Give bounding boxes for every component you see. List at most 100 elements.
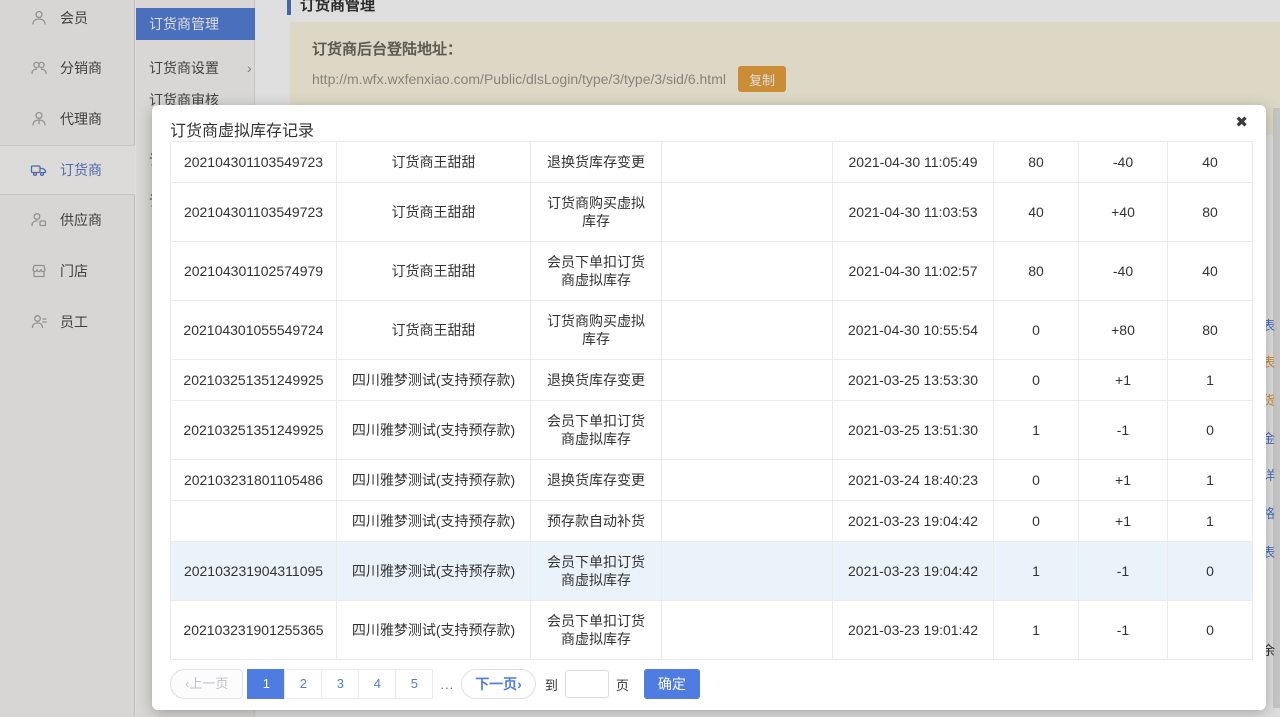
cell-remark: [662, 183, 833, 242]
cell-before: 1: [994, 542, 1079, 601]
cell-before: 1: [994, 401, 1079, 460]
table-row[interactable]: 202103251351249925四川雅梦测试(支持预存款)退换货库存变更20…: [171, 360, 1253, 401]
page-number-2[interactable]: 2: [284, 669, 322, 699]
cell-dealer: 四川雅梦测试(支持预存款): [337, 460, 531, 501]
cell-change: +80: [1079, 301, 1168, 360]
cell-dealer: 四川雅梦测试(支持预存款): [337, 542, 531, 601]
cell-type: 退换货库存变更: [531, 460, 662, 501]
confirm-button[interactable]: 确定: [644, 669, 700, 699]
cell-time: 2021-04-30 11:03:53: [833, 183, 994, 242]
page-number-1[interactable]: 1: [247, 669, 285, 699]
jump-unit-label: 页: [616, 675, 629, 694]
cell-time: 2021-03-23 19:04:42: [833, 542, 994, 601]
cell-before: 80: [994, 142, 1079, 183]
cell-remark: [662, 360, 833, 401]
cell-after: 80: [1168, 183, 1253, 242]
cell-type: 预存款自动补货: [531, 501, 662, 542]
cell-time: 2021-04-30 11:02:57: [833, 242, 994, 301]
cell-remark: [662, 242, 833, 301]
cell-id: 202104301102574979: [171, 242, 337, 301]
cell-id: 202104301103549723: [171, 183, 337, 242]
cell-dealer: 订货商王甜甜: [337, 142, 531, 183]
cell-dealer: 四川雅梦测试(支持预存款): [337, 601, 531, 660]
cell-before: 80: [994, 242, 1079, 301]
close-icon[interactable]: ✖: [1235, 114, 1248, 132]
table-row[interactable]: 202104301103549723订货商王甜甜订货商购买虚拟库存 2021-04…: [171, 183, 1253, 242]
cell-time: 2021-03-25 13:53:30: [833, 360, 994, 401]
cell-type: 订货商购买虚拟库存: [531, 301, 662, 360]
cell-id: [171, 501, 337, 542]
cell-after: 1: [1168, 360, 1253, 401]
cell-change: +1: [1079, 501, 1168, 542]
cell-type: 会员下单扣订货商虚拟库存: [531, 401, 662, 460]
cell-dealer: 订货商王甜甜: [337, 242, 531, 301]
cell-type: 退换货库存变更: [531, 142, 662, 183]
next-page-button[interactable]: 下一页›: [461, 669, 536, 699]
cell-type: 会员下单扣订货商虚拟库存: [531, 242, 662, 301]
table-row[interactable]: 202103231801105486四川雅梦测试(支持预存款)退换货库存变更 20…: [171, 460, 1253, 501]
cell-after: 40: [1168, 142, 1253, 183]
cell-remark: [662, 460, 833, 501]
cell-before: 40: [994, 183, 1079, 242]
cell-change: -1: [1079, 542, 1168, 601]
cell-before: 0: [994, 360, 1079, 401]
cell-id: 202103231904311095: [171, 542, 337, 601]
cell-after: 0: [1168, 542, 1253, 601]
page-number-4[interactable]: 4: [358, 669, 396, 699]
cell-time: 2021-03-24 18:40:23: [833, 460, 994, 501]
prev-page-button[interactable]: ‹上一页: [170, 669, 243, 699]
cell-change: -1: [1079, 401, 1168, 460]
table-row[interactable]: 202104301102574979订货商王甜甜会员下单扣订货商虚拟库存 2021…: [171, 242, 1253, 301]
table-row[interactable]: 202103231901255365四川雅梦测试(支持预存款)会员下单扣订货商虚…: [171, 601, 1253, 660]
virtual-stock-record-modal: 订货商虚拟库存记录 ✖ 202104301103549723订货商王甜甜退换货库…: [152, 105, 1266, 710]
cell-before: 0: [994, 501, 1079, 542]
cell-type: 订货商购买虚拟库存: [531, 183, 662, 242]
modal-title: 订货商虚拟库存记录: [170, 117, 314, 141]
jump-to-label: 到: [545, 675, 558, 694]
cell-id: 202104301103549723: [171, 142, 337, 183]
cell-time: 2021-03-23 19:04:42: [833, 501, 994, 542]
cell-time: 2021-04-30 10:55:54: [833, 301, 994, 360]
cell-remark: [662, 601, 833, 660]
cell-dealer: 订货商王甜甜: [337, 183, 531, 242]
pagination-ellipsis: ...: [440, 677, 454, 692]
page-number-5[interactable]: 5: [395, 669, 433, 699]
cell-remark: [662, 401, 833, 460]
cell-remark: [662, 542, 833, 601]
jump-page-input[interactable]: [565, 670, 609, 698]
table-row[interactable]: 202103231904311095四川雅梦测试(支持预存款)会员下单扣订货商虚…: [171, 542, 1253, 601]
cell-time: 2021-04-30 11:05:49: [833, 142, 994, 183]
cell-before: 0: [994, 460, 1079, 501]
cell-after: 0: [1168, 401, 1253, 460]
page-number-3[interactable]: 3: [321, 669, 359, 699]
cell-change: +1: [1079, 360, 1168, 401]
cell-change: -40: [1079, 242, 1168, 301]
cell-id: 202103231801105486: [171, 460, 337, 501]
table-row[interactable]: 202103251351249925四川雅梦测试(支持预存款)会员下单扣订货商虚…: [171, 401, 1253, 460]
app-root: 会员分销商代理商订货商供应商门店员工 订货商管理订货商设置›订货商审核订订 订货…: [0, 0, 1280, 717]
cell-dealer: 四川雅梦测试(支持预存款): [337, 401, 531, 460]
cell-remark: [662, 142, 833, 183]
table-row[interactable]: 202104301103549723订货商王甜甜退换货库存变更 2021-04-3…: [171, 142, 1253, 183]
cell-type: 退换货库存变更: [531, 360, 662, 401]
cell-change: -40: [1079, 142, 1168, 183]
cell-id: 202103251351249925: [171, 401, 337, 460]
cell-type: 会员下单扣订货商虚拟库存: [531, 542, 662, 601]
cell-change: +1: [1079, 460, 1168, 501]
pagination: ‹上一页 12345 ... 下一页› 到 页 确定: [170, 669, 700, 699]
cell-after: 1: [1168, 501, 1253, 542]
table-row[interactable]: 202104301055549724订货商王甜甜订货商购买虚拟库存2021-04…: [171, 301, 1253, 360]
cell-before: 1: [994, 601, 1079, 660]
cell-after: 0: [1168, 601, 1253, 660]
cell-before: 0: [994, 301, 1079, 360]
cell-change: +40: [1079, 183, 1168, 242]
cell-dealer: 四川雅梦测试(支持预存款): [337, 501, 531, 542]
table-row[interactable]: 四川雅梦测试(支持预存款)预存款自动补货 2021-03-23 19:04:420…: [171, 501, 1253, 542]
cell-id: 202103251351249925: [171, 360, 337, 401]
cell-id: 202103231901255365: [171, 601, 337, 660]
cell-dealer: 订货商王甜甜: [337, 301, 531, 360]
cell-type: 会员下单扣订货商虚拟库存: [531, 601, 662, 660]
cell-after: 80: [1168, 301, 1253, 360]
cell-after: 40: [1168, 242, 1253, 301]
cell-time: 2021-03-23 19:01:42: [833, 601, 994, 660]
